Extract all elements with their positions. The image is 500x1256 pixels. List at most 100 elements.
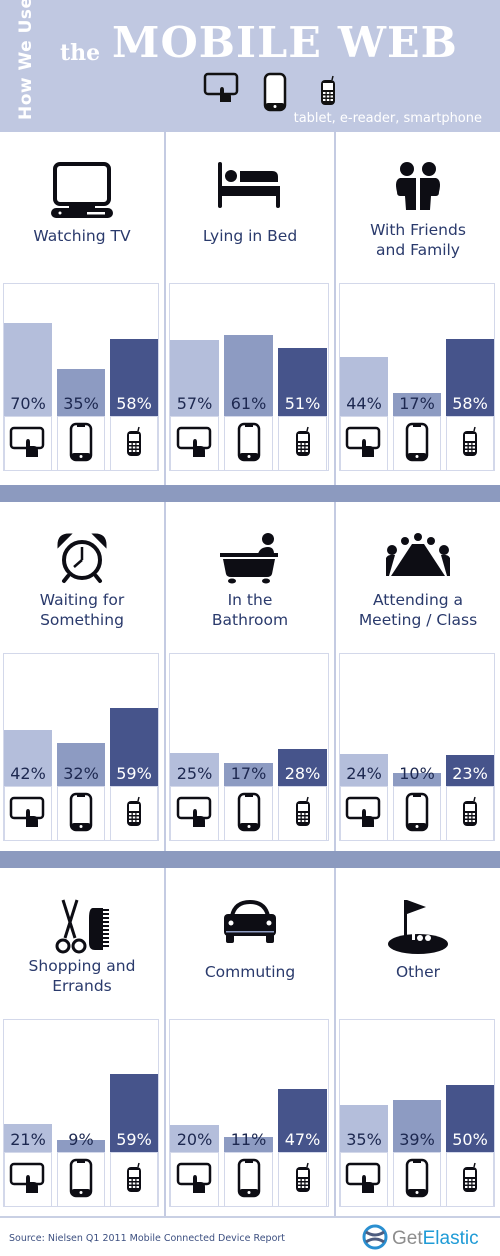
smartphone-icon: [294, 426, 312, 462]
tablet-icon: [9, 1162, 47, 1198]
header-subtitle: tablet, e-reader, smartphone: [293, 111, 482, 126]
tablet-icon-cell: [170, 786, 219, 841]
tablet-icon: [176, 796, 214, 832]
smartphone-icon-cell: [446, 1152, 494, 1207]
bar-chart: 44% 17% 58%: [339, 283, 495, 471]
bar-value-label: 20%: [176, 1130, 213, 1149]
e-reader-icon-cell: [393, 1152, 441, 1207]
panel-other: Other 35% 39% 50%: [336, 868, 500, 1218]
bar-value-label: 32%: [63, 764, 99, 783]
tablet-icon-cell: [4, 786, 52, 841]
bar-value-label: 35%: [346, 1130, 382, 1149]
bar-value-label: 10%: [399, 764, 435, 783]
panel-label: Other: [395, 963, 440, 981]
e-reader-icon-cell: [57, 1152, 105, 1207]
smartphone-icon-cell: [278, 786, 327, 841]
bar-value-label: 24%: [346, 764, 382, 783]
panel-label: In the Bathroom: [211, 591, 289, 629]
bar-value-label: 61%: [230, 394, 267, 413]
bar-chart: 20% 11% 47%: [169, 1019, 329, 1207]
smartphone-icon-cell: [446, 416, 494, 471]
panel-lying-in-bed: Lying in Bed 57% 61% 51%: [166, 132, 334, 482]
e-reader-icon-cell: [224, 1152, 273, 1207]
logo-get-text: Get: [392, 1228, 423, 1249]
friends-icon: [336, 162, 500, 222]
tablet-icon-cell: [170, 416, 219, 471]
panel-watching-tv: Watching TV 70% 35% 58%: [0, 132, 164, 482]
bar-value-label: 57%: [176, 394, 213, 413]
scissors-comb-icon: [0, 898, 164, 958]
bar-value-label: 39%: [399, 1130, 435, 1149]
tablet-icon: [345, 426, 383, 462]
bar-value-label: 28%: [284, 764, 321, 783]
e-reader-icon: [237, 1158, 261, 1202]
smartphone-icon: [294, 796, 312, 832]
tablet-icon-cell: [4, 416, 52, 471]
tablet-icon: [9, 796, 47, 832]
smartphone-icon: [125, 1162, 143, 1198]
row-separator: [0, 851, 500, 868]
e-reader-icon: [237, 792, 261, 836]
bar-value-label: 17%: [399, 394, 435, 413]
smartphone-icon: [319, 75, 337, 111]
e-reader-icon: [405, 792, 429, 836]
getelastic-logo: GetElastic: [362, 1224, 479, 1254]
tablet-icon: [176, 1162, 214, 1198]
tablet-icon: [203, 72, 241, 108]
panel-attending-a-meeting-class: Attending a Meeting / Class 24% 10% 23%: [336, 502, 500, 852]
bar-value-label: 59%: [116, 764, 152, 783]
tablet-icon-cell: [170, 1152, 219, 1207]
bar-value-label: 47%: [284, 1130, 321, 1149]
bar-chart: 24% 10% 23%: [339, 653, 495, 841]
meeting-icon: [336, 532, 500, 592]
tablet-icon-cell: [340, 786, 388, 841]
smartphone-icon-cell: [278, 1152, 327, 1207]
bar-value-label: 25%: [176, 764, 213, 783]
panel-shopping-and-errands: Shopping and Errands 21% 9% 59%: [0, 868, 164, 1218]
logo-elastic-text: Elastic: [422, 1228, 479, 1249]
bar-chart: 57% 61% 51%: [169, 283, 329, 471]
source-note: Source: Nielsen Q1 2011 Mobile Connected…: [9, 1233, 286, 1244]
bar-chart: 70% 35% 58%: [3, 283, 159, 471]
bar-value-label: 51%: [284, 394, 321, 413]
e-reader-icon-cell: [393, 416, 441, 471]
e-reader-icon: [263, 72, 287, 116]
bar-value-label: 58%: [116, 394, 152, 413]
alarm-clock-icon: [0, 532, 164, 592]
panel-label: Attending a Meeting / Class: [358, 591, 478, 629]
tv-icon: [0, 162, 164, 222]
page-title: MOBILE WEB: [112, 18, 458, 67]
bar-value-label: 21%: [10, 1130, 46, 1149]
car-icon: [166, 898, 334, 958]
bar-chart: 42% 32% 59%: [3, 653, 159, 841]
bar-value-label: 50%: [452, 1130, 488, 1149]
bar-value-label: 42%: [10, 764, 46, 783]
e-reader-icon: [237, 422, 261, 466]
bed-icon: [166, 162, 334, 222]
panel-with-friends-and-family: With Friends and Family 44% 17% 58%: [336, 132, 500, 482]
tablet-icon: [176, 426, 214, 462]
e-reader-icon: [69, 792, 93, 836]
logo-mark-icon: [362, 1224, 388, 1254]
tablet-icon: [345, 1162, 383, 1198]
bar-value-label: 70%: [10, 394, 46, 413]
panel-label: Watching TV: [33, 227, 131, 245]
smartphone-icon: [125, 796, 143, 832]
tablet-icon: [345, 796, 383, 832]
bar-value-label: 59%: [116, 1130, 152, 1149]
e-reader-icon: [69, 1158, 93, 1202]
bar-value-label: 23%: [452, 764, 488, 783]
panel-label: Commuting: [204, 963, 296, 981]
bar-value-label: 35%: [63, 394, 99, 413]
smartphone-icon: [125, 426, 143, 462]
header-the: the: [60, 40, 101, 66]
bar-chart: 25% 17% 28%: [169, 653, 329, 841]
tablet-icon-cell: [340, 1152, 388, 1207]
panel-commuting: Commuting 20% 11% 47%: [166, 868, 334, 1218]
panel-label: With Friends and Family: [370, 221, 466, 259]
smartphone-icon-cell: [446, 786, 494, 841]
smartphone-icon-cell: [278, 416, 327, 471]
bar-value-label: 44%: [346, 394, 382, 413]
e-reader-icon-cell: [224, 786, 273, 841]
bar-chart: 21% 9% 59%: [3, 1019, 159, 1207]
